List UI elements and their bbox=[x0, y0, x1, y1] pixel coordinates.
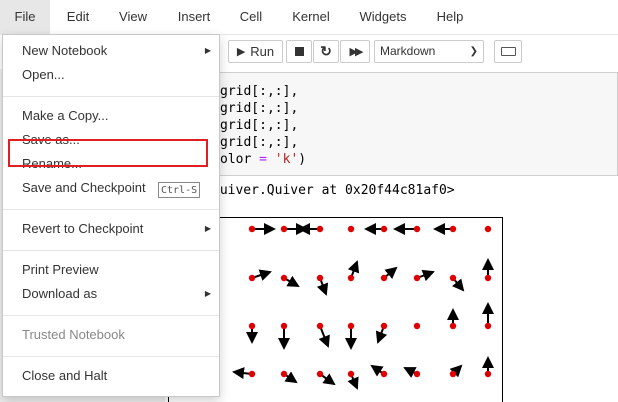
code-string: 'k' bbox=[274, 152, 299, 167]
run-icon: ▶ bbox=[236, 46, 246, 58]
menu-item-save-checkpoint[interactable]: Save and Checkpoint Ctrl-S bbox=[3, 177, 219, 199]
code-line-5: olor = 'k') bbox=[220, 152, 306, 167]
menu-item-open[interactable]: Open... bbox=[3, 64, 219, 86]
submenu-arrow-icon: ▶ bbox=[204, 46, 211, 55]
code-line-4: grid[:,:], bbox=[220, 135, 299, 150]
quiver-point bbox=[347, 322, 355, 330]
save-checkpoint-label: Save and Checkpoint bbox=[22, 180, 146, 195]
quiver-point bbox=[380, 370, 388, 378]
quiver-point bbox=[280, 225, 288, 233]
quiver-point bbox=[380, 322, 388, 330]
command-palette-button[interactable] bbox=[494, 40, 522, 63]
quiver-point bbox=[248, 274, 256, 282]
fast-forward-icon: ▶▶ bbox=[349, 46, 364, 58]
menu-divider bbox=[3, 96, 219, 97]
shortcut-badge: Ctrl-S bbox=[158, 182, 201, 198]
menu-divider bbox=[3, 250, 219, 251]
submenu-arrow-icon: ▶ bbox=[204, 224, 211, 233]
interrupt-button[interactable] bbox=[286, 40, 312, 63]
menu-widgets[interactable]: Widgets bbox=[352, 0, 414, 34]
menu-item-close-halt[interactable]: Close and Halt bbox=[3, 365, 219, 387]
menu-file[interactable]: File bbox=[0, 0, 50, 34]
menu-edit[interactable]: Edit bbox=[54, 0, 102, 34]
code-line-3: grid[:,:], bbox=[220, 118, 299, 133]
run-button[interactable]: ▶ Run bbox=[228, 40, 283, 63]
quiver-point bbox=[413, 274, 421, 282]
menu-item-revert-checkpoint[interactable]: Revert to Checkpoint ▶ bbox=[3, 218, 219, 240]
quiver-point bbox=[380, 225, 388, 233]
restart-run-all-button[interactable]: ▶▶ bbox=[340, 40, 370, 63]
quiver-point bbox=[484, 274, 492, 282]
quiver-point bbox=[248, 225, 256, 233]
chevron-down-icon: ❯ bbox=[469, 46, 478, 57]
quiver-point bbox=[347, 225, 355, 233]
quiver-point bbox=[347, 370, 355, 378]
output-text: quiver.Quiver at 0x20f44c81af0> bbox=[212, 183, 455, 198]
quiver-point bbox=[449, 370, 457, 378]
quiver-point bbox=[280, 274, 288, 282]
menu-divider bbox=[3, 315, 219, 316]
new-notebook-label: New Notebook bbox=[22, 43, 108, 58]
quiver-point bbox=[449, 274, 457, 282]
menu-divider bbox=[3, 209, 219, 210]
quiver-point bbox=[316, 225, 324, 233]
file-menu-dropdown: New Notebook ▶ Open... Make a Copy... Sa… bbox=[2, 34, 220, 397]
menu-cell[interactable]: Cell bbox=[232, 0, 270, 34]
menu-help[interactable]: Help bbox=[430, 0, 470, 34]
menu-view[interactable]: View bbox=[108, 0, 158, 34]
menu-insert[interactable]: Insert bbox=[170, 0, 218, 34]
menu-kernel[interactable]: Kernel bbox=[284, 0, 338, 34]
menu-item-trusted-notebook: Trusted Notebook bbox=[22, 327, 125, 342]
menu-item-print-preview[interactable]: Print Preview bbox=[3, 259, 219, 281]
quiver-point bbox=[347, 274, 355, 282]
quiver-point bbox=[484, 322, 492, 330]
quiver-point bbox=[484, 225, 492, 233]
quiver-point bbox=[316, 274, 324, 282]
menu-divider bbox=[3, 356, 219, 357]
code-token: olor bbox=[220, 152, 260, 167]
quiver-point bbox=[316, 322, 324, 330]
highlight-box bbox=[8, 139, 208, 167]
revert-label: Revert to Checkpoint bbox=[22, 221, 144, 236]
menubar: File Edit View Insert Cell Kernel Widget… bbox=[0, 0, 618, 35]
quiver-point bbox=[280, 370, 288, 378]
download-as-label: Download as bbox=[22, 286, 98, 301]
menu-item-make-copy[interactable]: Make a Copy... bbox=[3, 105, 219, 127]
submenu-arrow-icon: ▶ bbox=[204, 289, 211, 298]
cell-type-value: Markdown bbox=[380, 44, 436, 58]
menu-item-download-as[interactable]: Download as ▶ bbox=[3, 283, 219, 305]
quiver-point bbox=[280, 322, 288, 330]
stop-icon bbox=[294, 47, 304, 56]
code-operator: = bbox=[259, 152, 267, 167]
quiver-point bbox=[248, 322, 256, 330]
cell-type-select[interactable]: Markdown ❯ bbox=[374, 40, 484, 63]
quiver-point bbox=[413, 225, 421, 233]
quiver-point bbox=[449, 322, 457, 330]
keyboard-icon bbox=[500, 47, 516, 56]
quiver-point bbox=[380, 274, 388, 282]
code-token-end: ) bbox=[298, 152, 307, 167]
quiver-point bbox=[413, 370, 421, 378]
run-label: Run bbox=[250, 44, 275, 59]
quiver-point bbox=[316, 370, 324, 378]
restart-button[interactable]: ↻ bbox=[313, 40, 339, 63]
code-line-1: grid[:,:], bbox=[220, 84, 299, 99]
quiver-point bbox=[413, 322, 421, 330]
menu-item-new-notebook[interactable]: New Notebook ▶ bbox=[3, 40, 219, 62]
quiver-point bbox=[484, 370, 492, 378]
quiver-point bbox=[449, 225, 457, 233]
quiver-point bbox=[248, 370, 256, 378]
restart-icon: ↻ bbox=[320, 43, 332, 59]
code-line-2: grid[:,:], bbox=[220, 101, 299, 116]
